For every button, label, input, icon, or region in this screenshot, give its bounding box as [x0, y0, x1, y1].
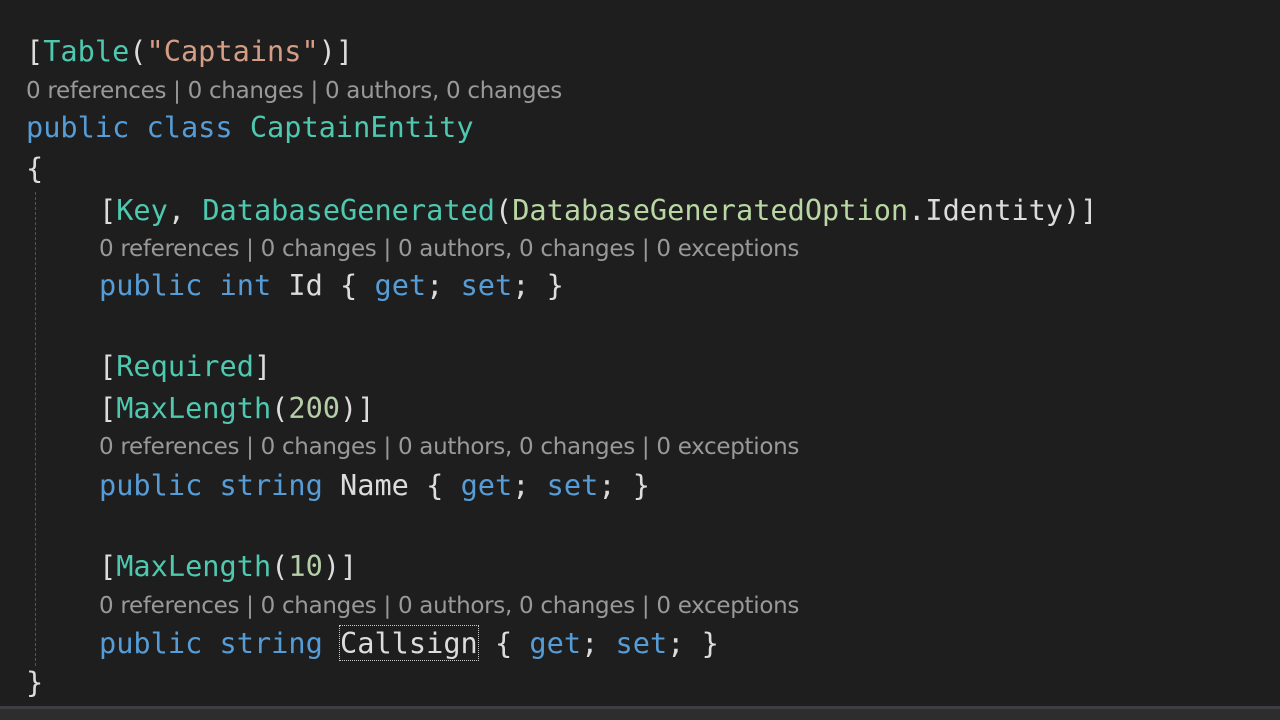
code-line-name-property[interactable]: public string Name { get; set; }: [99, 466, 650, 504]
attribute-type: MaxLength: [116, 549, 272, 583]
code-line-brace-close[interactable]: }: [26, 663, 43, 701]
number-literal: 10: [288, 549, 323, 583]
bracket: [: [26, 34, 44, 68]
keyword: string: [219, 468, 323, 502]
property-name: Id: [288, 268, 323, 302]
comma: ,: [167, 193, 203, 227]
keyword: public: [99, 268, 203, 302]
paren: ): [318, 34, 336, 68]
code-line-callsign-property[interactable]: public string Callsign { get; set; }: [99, 624, 719, 662]
dot: .: [908, 193, 926, 227]
keyword: set: [546, 468, 599, 502]
keyword: class: [146, 110, 233, 144]
bracket: [: [99, 349, 117, 383]
brace: {: [494, 626, 513, 660]
code-editor[interactable]: [Table("Captains")] 0 references | 0 cha…: [0, 0, 1280, 720]
property-name-selected[interactable]: Callsign: [339, 625, 479, 661]
bracket: )]: [1063, 193, 1098, 227]
attribute-type: Required: [116, 349, 254, 383]
bracket: [: [99, 549, 117, 583]
brace: {: [340, 268, 358, 302]
code-line-required-attribute[interactable]: [Required]: [99, 347, 271, 385]
semicolon: ;: [512, 268, 530, 302]
semicolon: ;: [426, 268, 444, 302]
keyword: int: [219, 268, 272, 302]
keyword: get: [374, 268, 427, 302]
semicolon: ;: [581, 626, 599, 660]
attribute-type: DatabaseGenerated: [202, 193, 495, 227]
bracket: )]: [340, 391, 375, 425]
code-line-brace-open[interactable]: {: [26, 149, 43, 187]
class-name: CaptainEntity: [249, 110, 474, 144]
keyword: get: [460, 468, 513, 502]
brace: {: [426, 468, 444, 502]
brace: {: [26, 151, 44, 185]
property-name: Name: [340, 468, 409, 502]
semicolon: ;: [598, 468, 616, 502]
enum-member: Identity: [925, 193, 1064, 227]
paren: (: [494, 193, 513, 227]
keyword: get: [529, 626, 582, 660]
code-line-maxlength-name-attribute[interactable]: [MaxLength(200)]: [99, 389, 374, 427]
string-literal: "Captains": [146, 34, 319, 68]
semicolon: ;: [512, 468, 530, 502]
keyword: string: [219, 626, 323, 660]
codelens-name[interactable]: 0 references | 0 changes | 0 authors, 0 …: [99, 432, 799, 462]
bracket: ]: [335, 34, 354, 68]
paren: (: [271, 549, 289, 583]
number-literal: 200: [288, 391, 341, 425]
brace: }: [701, 626, 719, 660]
brace: }: [546, 268, 564, 302]
keyword: set: [615, 626, 668, 660]
paren: (: [129, 34, 147, 68]
attribute-type: Key: [116, 193, 168, 227]
code-line-maxlength-callsign-attribute[interactable]: [MaxLength(10)]: [99, 547, 357, 585]
attribute-type: Table: [43, 34, 130, 68]
brace: }: [632, 468, 650, 502]
enum-type: DatabaseGeneratedOption: [512, 193, 909, 227]
brace: }: [26, 665, 44, 699]
keyword: set: [460, 268, 513, 302]
indent-guide: [35, 192, 36, 666]
semicolon: ;: [667, 626, 685, 660]
keyword: public: [26, 110, 130, 144]
bracket: [: [99, 391, 117, 425]
codelens-id[interactable]: 0 references | 0 changes | 0 authors, 0 …: [99, 234, 799, 264]
bracket: [: [99, 193, 117, 227]
paren: (: [271, 391, 289, 425]
keyword: public: [99, 468, 203, 502]
codelens-callsign[interactable]: 0 references | 0 changes | 0 authors, 0 …: [99, 591, 799, 621]
bracket: ]: [253, 349, 272, 383]
attribute-type: MaxLength: [116, 391, 272, 425]
bracket: )]: [322, 549, 358, 583]
code-line-table-attribute[interactable]: [Table("Captains")]: [26, 32, 353, 70]
code-line-key-attribute[interactable]: [Key, DatabaseGenerated(DatabaseGenerate…: [99, 191, 1098, 229]
codelens-class[interactable]: 0 references | 0 changes | 0 authors, 0 …: [26, 76, 562, 106]
code-line-class-declaration[interactable]: public class CaptainEntity: [26, 108, 474, 146]
keyword: public: [99, 626, 203, 660]
code-line-id-property[interactable]: public int Id { get; set; }: [99, 266, 564, 304]
horizontal-scrollbar[interactable]: [0, 706, 1280, 720]
